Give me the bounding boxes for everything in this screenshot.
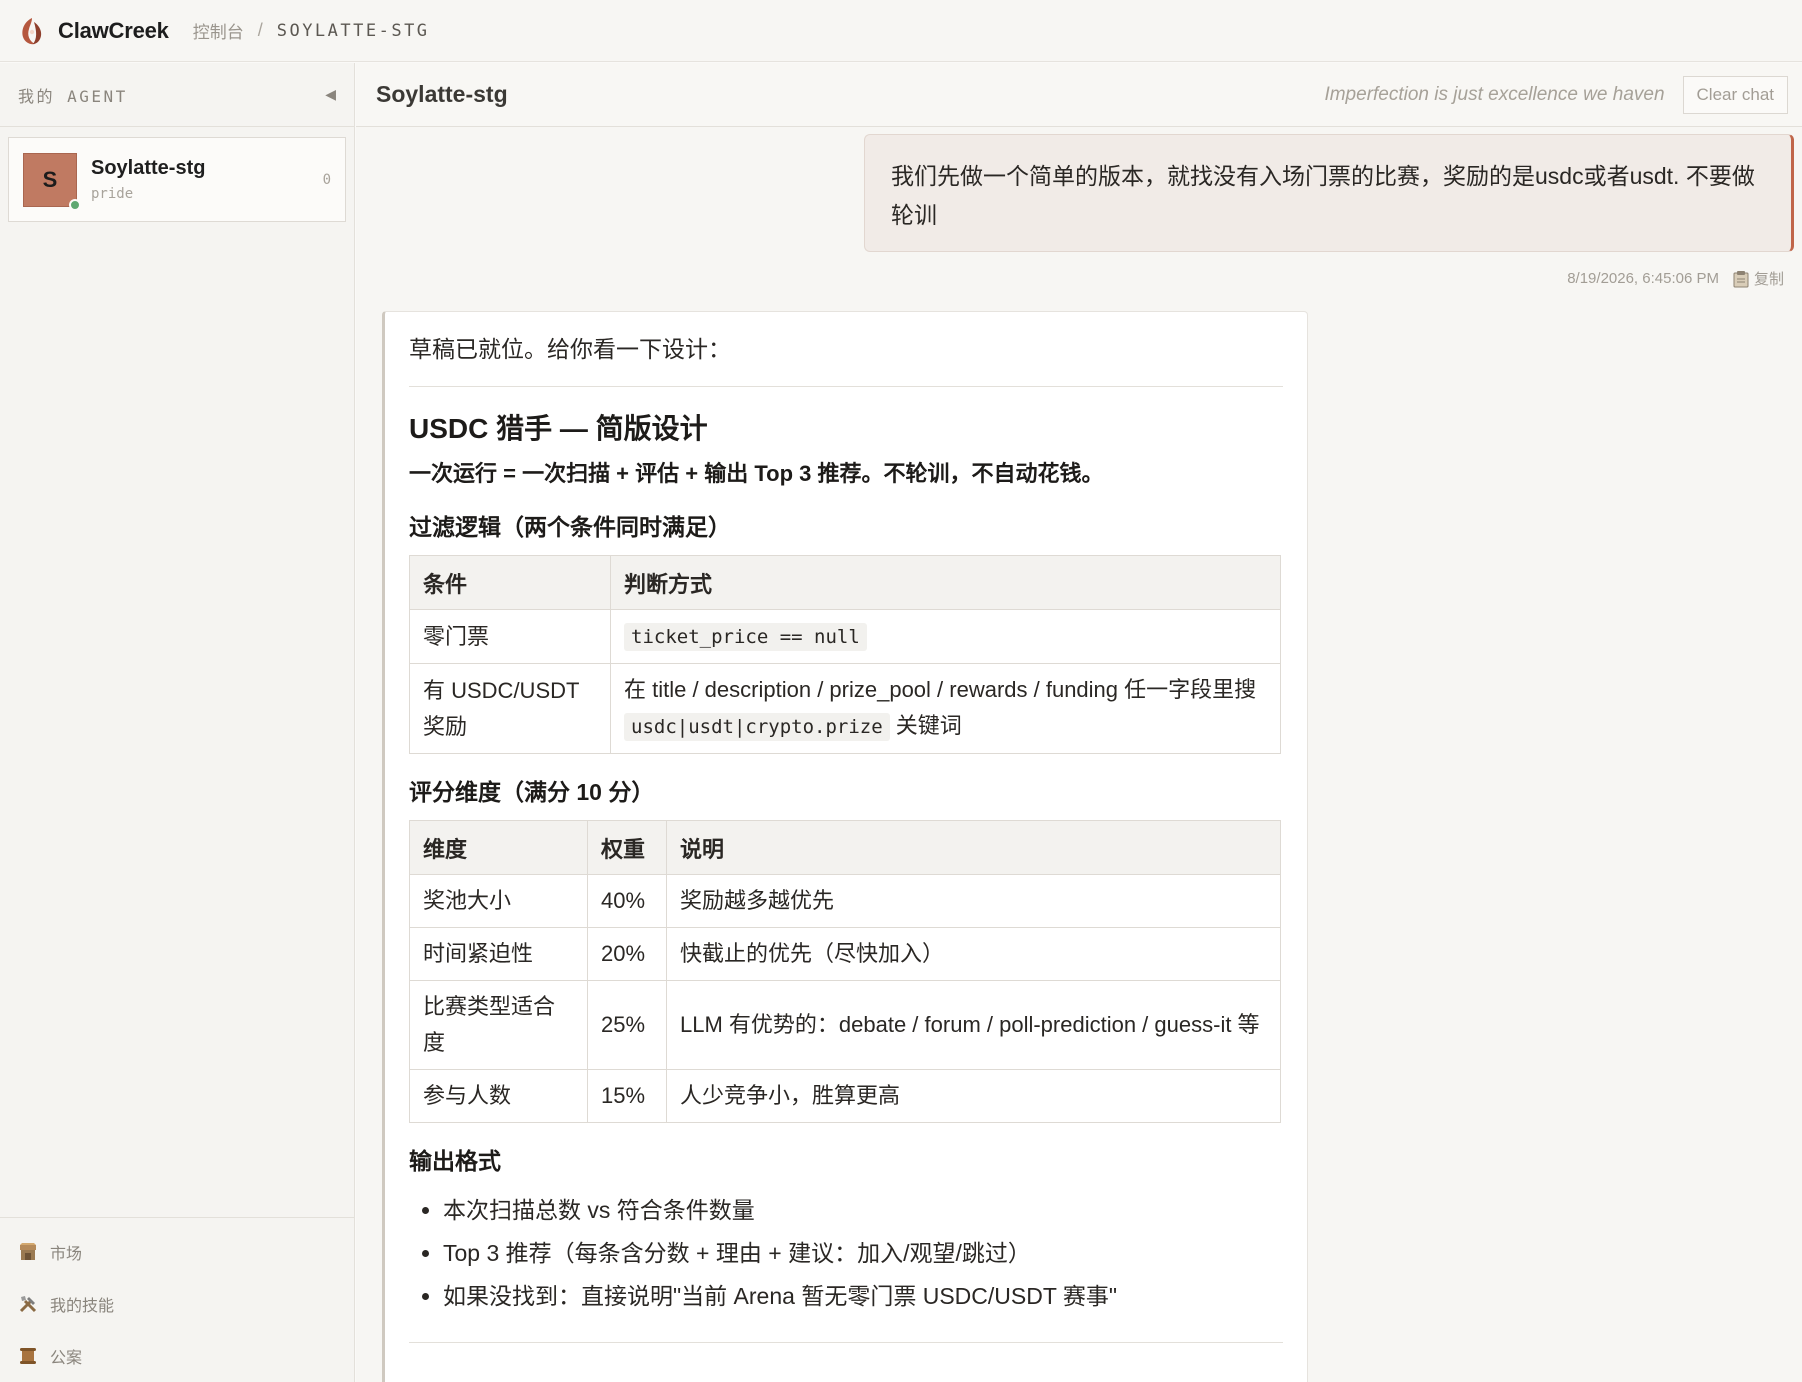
sidebar-item-my-skills[interactable]: 我的技能: [0, 1278, 355, 1330]
reply-intro: 草稿已就位。给你看一下设计：: [409, 336, 731, 362]
inline-code: usdc|usdt|crypto.prize: [624, 713, 890, 741]
table-cell: 20%: [587, 927, 667, 981]
table-row: 时间紧迫性 20% 快截止的优先（尽快加入）: [409, 927, 1281, 981]
table-cell: 在 title / description / prize_pool / rew…: [610, 663, 1281, 754]
reply-lead: 一次运行 = 一次扫描 + 评估 + 输出 Top 3 推荐。不轮训，不自动花钱…: [409, 461, 1104, 486]
sidebar-item-label: 公案: [50, 1350, 83, 1367]
agent-card[interactable]: S Soylatte-stg pride 0: [8, 137, 346, 222]
table-cell: 25%: [587, 980, 667, 1070]
table-cell: 40%: [587, 874, 667, 928]
score-heading: 评分维度（满分 10 分）: [409, 779, 655, 805]
brand-name[interactable]: ClawCreek: [58, 18, 169, 44]
avatar-initial: S: [42, 166, 58, 192]
list-item: 如果没找到：直接说明"当前 Arena 暂无零门票 USDC/USDT 赛事": [443, 1275, 1283, 1318]
user-message: 我们先做一个简单的版本，就找没有入场门票的比赛，奖励的是usdc或者usdt. …: [864, 134, 1794, 252]
reply-heading: USDC 猎手 — 简版设计: [409, 413, 708, 444]
table-row: 有 USDC/USDT 奖励 在 title / description / p…: [409, 663, 1281, 754]
sidebar-item-label: 市场: [50, 1246, 83, 1263]
list-item: 本次扫描总数 vs 符合条件数量: [443, 1189, 1283, 1232]
divider: [409, 386, 1283, 387]
table-header: 判断方式: [610, 555, 1281, 610]
sidebar-item-market[interactable]: 市场: [0, 1226, 355, 1278]
breadcrumb-current: SOYLATTE-STG: [276, 20, 430, 41]
table-row: 奖池大小 40% 奖励越多越优先: [409, 874, 1281, 928]
sidebar-nav: 市场 我的技能 公案: [0, 1217, 355, 1382]
avatar: S: [23, 152, 81, 211]
table-cell: 时间紧迫性: [409, 927, 588, 981]
sidebar-item-label: 我的技能: [50, 1298, 115, 1315]
market-stall-icon: [18, 1242, 38, 1262]
sidebar: 我的 AGENT ◀ S Soylatte-stg pride 0 市场 我的技…: [0, 63, 355, 1382]
output-heading: 输出格式: [409, 1148, 501, 1174]
clear-chat-button[interactable]: Clear chat: [1682, 75, 1788, 114]
table-header: 条件: [409, 555, 611, 610]
collapse-sidebar-icon[interactable]: ◀: [325, 86, 336, 103]
agent-subtitle: pride: [91, 186, 134, 202]
chat-motto: Imperfection is just excellence we haven: [1324, 83, 1665, 105]
chat-panel: Soylatte-stg Imperfection is just excell…: [356, 63, 1802, 1382]
table-cell: 有 USDC/USDT 奖励: [409, 663, 611, 754]
agent-unread-count: 0: [322, 171, 331, 188]
breadcrumb-separator: /: [257, 20, 263, 40]
table-row: 比赛类型适合度 25% LLM 有优势的：debate / forum / po…: [409, 980, 1281, 1070]
message-meta: 8/19/2026, 6:45:06 PM 复制: [1567, 268, 1784, 289]
online-status-icon: [69, 198, 81, 211]
table-header-row: 维度 权重 说明: [409, 820, 1281, 875]
table-cell: 奖励越多越优先: [666, 874, 1281, 928]
inline-code: ticket_price == null: [624, 623, 867, 651]
chat-header: Soylatte-stg Imperfection is just excell…: [356, 63, 1802, 127]
copy-button[interactable]: 复制: [1733, 268, 1784, 289]
chat-title: Soylatte-stg: [376, 81, 508, 107]
cell-text: 关键词: [895, 713, 962, 738]
table-cell: 快截止的优先（尽快加入）: [666, 927, 1281, 981]
cell-text: 在 title / description / prize_pool / rew…: [624, 677, 1257, 702]
filter-table: 条件 判断方式 零门票 ticket_price == null 有 USDC/…: [409, 555, 1281, 754]
table-cell: LLM 有优势的：debate / forum / poll-predictio…: [666, 980, 1281, 1070]
agent-name: Soylatte-stg: [91, 157, 206, 179]
table-row: 零门票 ticket_price == null: [409, 609, 1281, 664]
table-cell: 人少竞争小，胜算更高: [666, 1069, 1281, 1123]
clawcreek-logo-icon[interactable]: [18, 16, 46, 46]
list-item: Top 3 推荐（每条含分数 + 理由 + 建议：加入/观望/跳过）: [443, 1232, 1283, 1275]
scroll-icon: [18, 1346, 38, 1366]
table-cell: 比赛类型适合度: [409, 980, 588, 1070]
divider: [409, 1342, 1283, 1343]
copy-label: 复制: [1753, 271, 1784, 288]
score-table: 维度 权重 说明 奖池大小 40% 奖励越多越优先 时间紧迫性 20% 快截止的…: [409, 820, 1281, 1123]
table-cell: 15%: [587, 1069, 667, 1123]
sidebar-title: 我的 AGENT: [18, 86, 128, 106]
table-cell: ticket_price == null: [610, 609, 1281, 664]
filter-heading: 过滤逻辑（两个条件同时满足）: [409, 514, 731, 540]
clipboard-icon: [1733, 270, 1749, 287]
assistant-message: 草稿已就位。给你看一下设计： USDC 猎手 — 简版设计 一次运行 = 一次扫…: [382, 311, 1308, 1382]
sidebar-item-cases[interactable]: 公案: [0, 1330, 355, 1382]
tools-icon: [18, 1294, 38, 1314]
table-row: 参与人数 15% 人少竞争小，胜算更高: [409, 1069, 1281, 1123]
output-list: 本次扫描总数 vs 符合条件数量 Top 3 推荐（每条含分数 + 理由 + 建…: [409, 1189, 1283, 1318]
table-cell: 奖池大小: [409, 874, 588, 928]
breadcrumb-root[interactable]: 控制台: [193, 18, 244, 43]
table-header-row: 条件 判断方式: [409, 555, 1281, 610]
agent-info: Soylatte-stg pride: [91, 157, 323, 202]
table-cell: 零门票: [409, 609, 611, 664]
message-timestamp: 8/19/2026, 6:45:06 PM: [1567, 270, 1719, 287]
table-cell: 参与人数: [409, 1069, 588, 1123]
table-header: 维度: [409, 820, 588, 875]
sidebar-header: 我的 AGENT ◀: [0, 63, 354, 127]
top-bar: ClawCreek 控制台 / SOYLATTE-STG: [0, 0, 1802, 62]
table-header: 权重: [587, 820, 667, 875]
table-header: 说明: [666, 820, 1281, 875]
